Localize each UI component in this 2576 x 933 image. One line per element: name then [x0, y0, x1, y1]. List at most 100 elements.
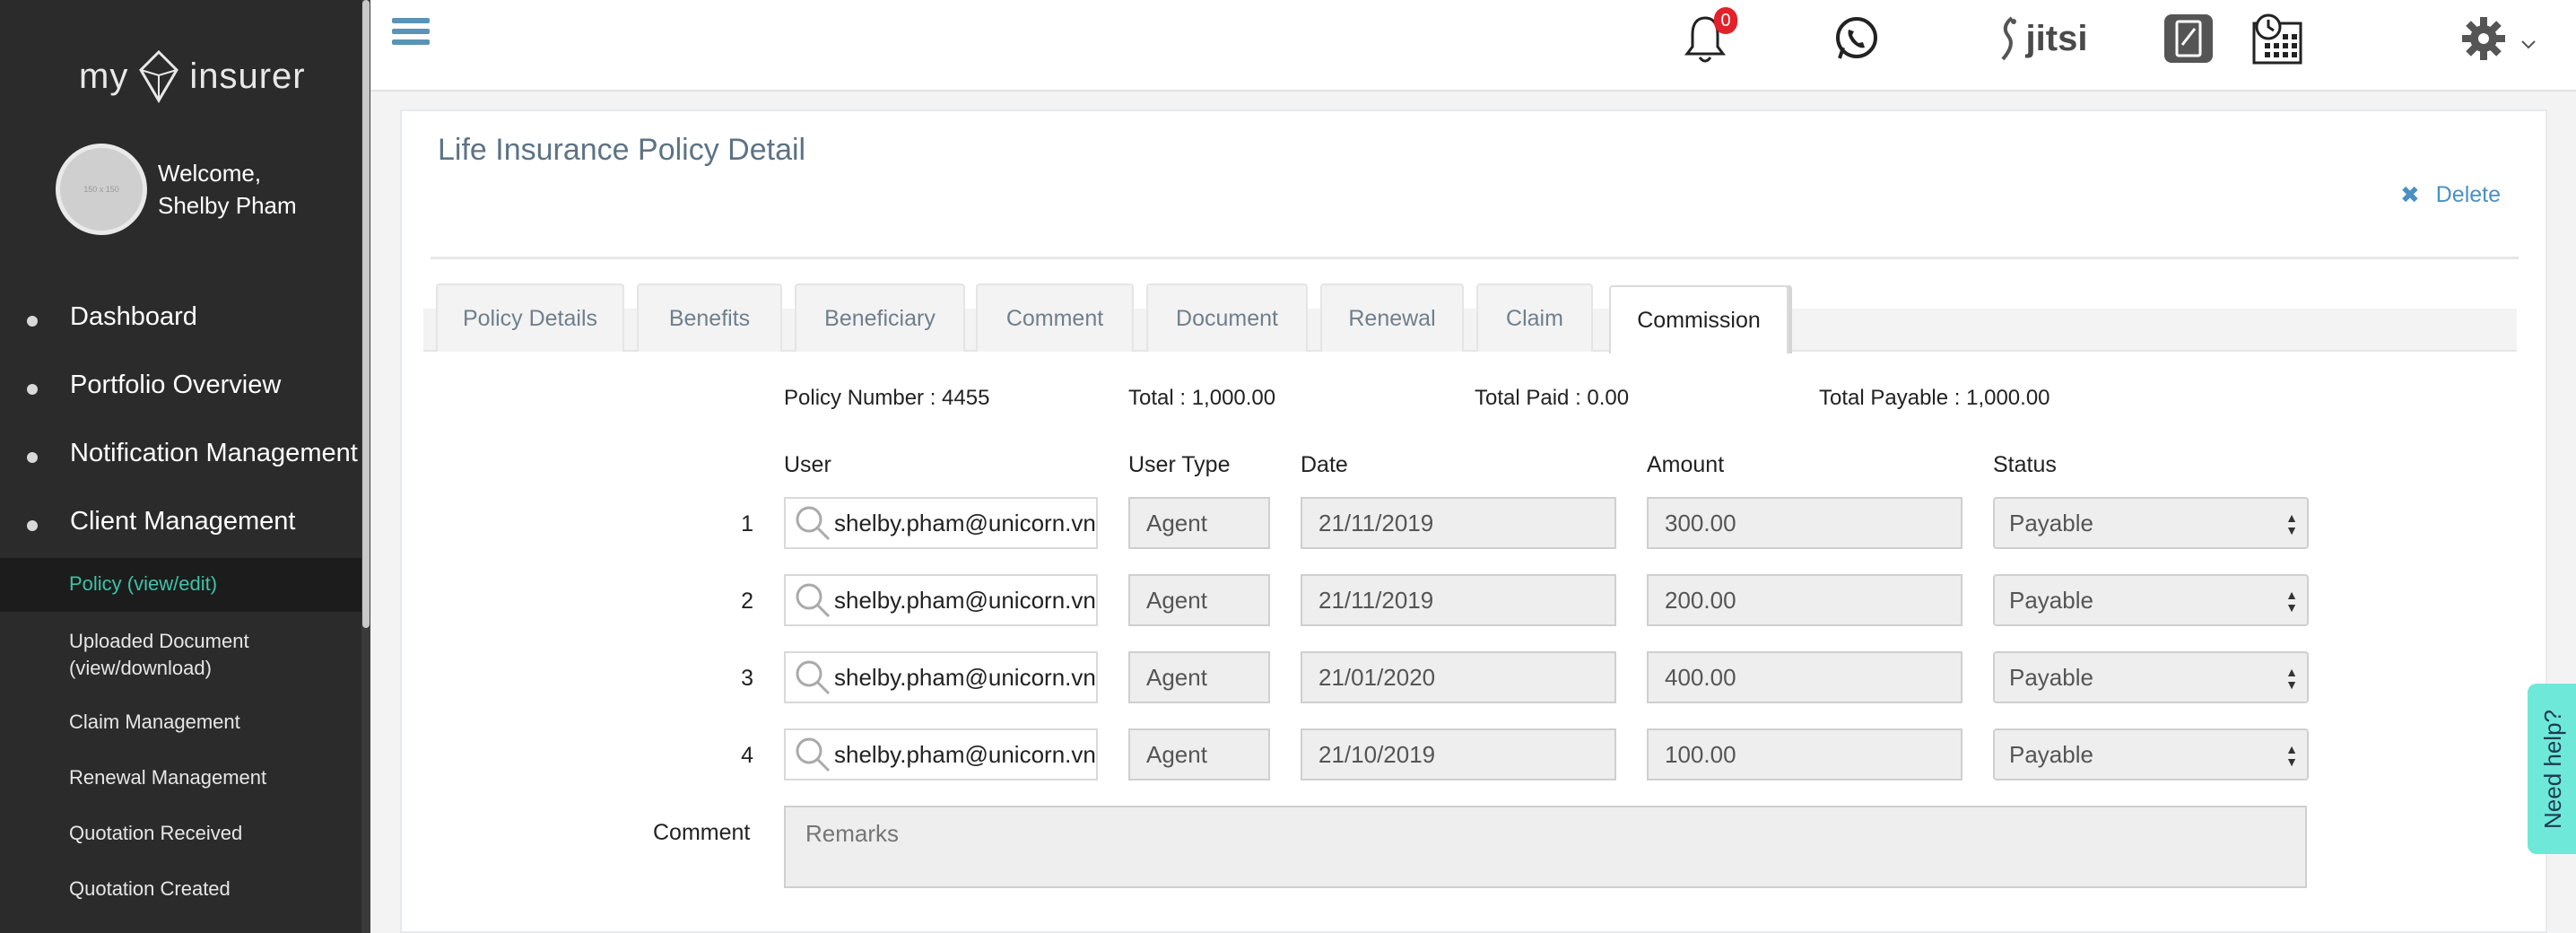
nav-dashboard[interactable]: Dashboard [0, 300, 361, 334]
notification-count-badge: 0 [1714, 7, 1737, 34]
sidebar-scrollbar[interactable] [361, 0, 370, 933]
sidebar: my insurer 150 x 150 Welcome, Shelby Pha… [0, 0, 361, 933]
status-value: Payable [2009, 586, 2093, 614]
tab-policy-details[interactable]: Policy Details [436, 283, 624, 352]
user-search-field[interactable]: shelby.pham@unicorn.vn [784, 651, 1098, 703]
status-select[interactable]: Payable ▲ ▼ [1993, 574, 2309, 626]
user-search-field[interactable]: shelby.pham@unicorn.vn [784, 728, 1098, 780]
search-icon [796, 660, 831, 695]
nav-notification-management[interactable]: Notification Management [0, 436, 361, 470]
calendar-clock-icon [2252, 13, 2302, 65]
gear-icon [2462, 17, 2505, 60]
need-help-button[interactable]: Need help? [2528, 684, 2576, 854]
jitsi-button[interactable]: jitsi [1990, 11, 2089, 66]
bullet-icon [27, 452, 38, 463]
amount-field: 200.00 [1647, 574, 1962, 626]
total-payable: Total Payable : 1,000.00 [1819, 386, 2050, 410]
sub-label: Renewal Management [69, 766, 267, 789]
user-email: shelby.pham@unicorn.vn [834, 740, 1096, 768]
date-field: 21/11/2019 [1301, 574, 1616, 626]
search-icon [796, 737, 831, 772]
divider [431, 257, 2519, 259]
user-type-field: Agent [1128, 574, 1270, 626]
user-type-field: Agent [1128, 728, 1270, 780]
settings-dropdown[interactable] [2459, 11, 2539, 66]
logo-text-right: insurer [189, 56, 306, 96]
brand-logo[interactable]: my insurer [79, 45, 306, 108]
nav-label: Notification Management [70, 439, 358, 467]
sub-item-uploaded-document[interactable]: Uploaded Document (view/download) [0, 628, 361, 682]
nav-portfolio-overview[interactable]: Portfolio Overview [0, 368, 361, 402]
amount-field: 400.00 [1647, 651, 1962, 703]
column-header-amount: Amount [1647, 452, 1725, 477]
status-value: Payable [2009, 509, 2093, 536]
user-search-field[interactable]: shelby.pham@unicorn.vn [784, 497, 1098, 549]
nav-label: Dashboard [70, 302, 197, 331]
comment-label: Comment [653, 820, 751, 845]
menu-toggle-icon[interactable] [392, 18, 430, 50]
select-arrows-icon: ▲ ▼ [2285, 510, 2298, 537]
tab-claim[interactable]: Claim [1476, 283, 1593, 352]
notification-bell-button[interactable]: 0 [1682, 7, 1737, 66]
sub-label: Policy (view/edit) [69, 572, 218, 595]
calendar-clock-button[interactable] [2250, 11, 2304, 66]
status-value: Payable [2009, 663, 2093, 691]
bullet-icon [27, 520, 38, 531]
comment-textarea[interactable] [784, 806, 2307, 888]
policy-number: Policy Number : 4455 [784, 386, 990, 410]
sub-item-claim-management[interactable]: Claim Management [0, 709, 361, 736]
bullet-icon [27, 384, 38, 395]
logo-text-left: my [79, 56, 129, 96]
nav-client-management[interactable]: Client Management [0, 504, 361, 538]
column-header-date: Date [1301, 452, 1348, 477]
bullet-icon [27, 316, 38, 327]
sub-label: Quotation Received [69, 822, 243, 844]
welcome-text: Welcome, Shelby Pham [158, 157, 297, 222]
amount-field: 100.00 [1647, 728, 1962, 780]
tab-label: Beneficiary [824, 305, 936, 331]
tab-comment[interactable]: Comment [976, 283, 1134, 352]
sidebar-nav: Dashboard Portfolio Overview Notificatio… [0, 285, 361, 902]
user-search-field[interactable]: shelby.pham@unicorn.vn [784, 574, 1098, 626]
sub-item-renewal-management[interactable]: Renewal Management [0, 764, 361, 791]
tab-benefits[interactable]: Benefits [637, 283, 782, 352]
tab-document[interactable]: Document [1146, 283, 1308, 352]
clipboard-icon [2164, 14, 2213, 63]
scrollbar-thumb[interactable] [362, 0, 370, 628]
date-field: 21/11/2019 [1301, 497, 1616, 549]
search-icon [796, 506, 831, 541]
status-select[interactable]: Payable ▲ ▼ [1993, 728, 2309, 780]
sub-item-policy[interactable]: Policy (view/edit) [0, 558, 361, 612]
need-help-label: Need help? [2538, 709, 2566, 829]
top-bar: 0 jitsi [370, 0, 2576, 92]
tab-renewal[interactable]: Renewal [1320, 283, 1464, 352]
delete-label: Delete [2435, 182, 2501, 207]
sub-item-quotation-received[interactable]: Quotation Received [0, 820, 361, 847]
page-title: Life Insurance Policy Detail [438, 133, 806, 167]
total-amount: Total : 1,000.00 [1128, 386, 1276, 410]
tab-commission[interactable]: Commission [1609, 285, 1788, 353]
welcome-greeting: Welcome, [158, 160, 262, 187]
user-email: shelby.pham@unicorn.vn [834, 586, 1096, 614]
row-number: 4 [741, 743, 753, 768]
delete-button[interactable]: ✖ Delete [2400, 181, 2501, 209]
sub-item-quotation-created[interactable]: Quotation Created [0, 876, 361, 902]
policy-detail-panel: Life Insurance Policy Detail ✖ Delete Po… [400, 109, 2547, 933]
status-select[interactable]: Payable ▲ ▼ [1993, 651, 2309, 703]
status-select[interactable]: Payable ▲ ▼ [1993, 497, 2309, 549]
clipboard-button[interactable] [2163, 11, 2215, 66]
avatar[interactable]: 150 x 150 [56, 144, 147, 235]
jitsi-label: jitsi [2025, 18, 2088, 58]
tab-beneficiary[interactable]: Beneficiary [795, 283, 965, 352]
total-paid: Total Paid : 0.00 [1475, 386, 1630, 410]
column-header-user-type: User Type [1128, 452, 1231, 477]
tab-label: Commission [1637, 307, 1761, 333]
diamond-logo-icon [139, 49, 179, 103]
sub-label: Uploaded Document (view/download) [69, 630, 249, 679]
user-email: shelby.pham@unicorn.vn [834, 509, 1096, 536]
user-type-field: Agent [1128, 497, 1270, 549]
jitsi-icon [2001, 16, 2016, 61]
date-field: 21/01/2020 [1301, 651, 1616, 703]
row-number: 3 [741, 666, 753, 691]
whatsapp-button[interactable] [1831, 11, 1881, 66]
